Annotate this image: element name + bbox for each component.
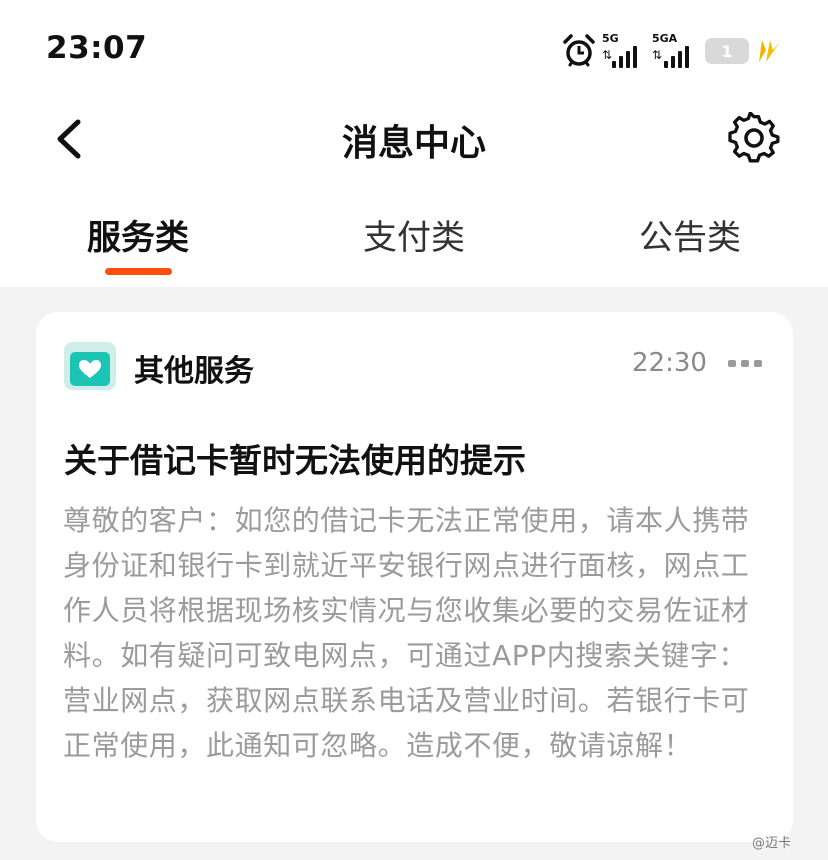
message-time: 22:30 [632, 348, 707, 378]
page-title: 消息中心 [341, 123, 486, 164]
message-title: 关于借记卡暂时无法使用的提示 [64, 441, 526, 480]
data-arrows-icon: ⇅ [602, 48, 613, 62]
message-card[interactable]: 其他服务 22:30 关于借记卡暂时无法使用的提示 尊敬的客户：如您的借记卡无法… [36, 312, 793, 842]
tab-announcement[interactable]: 公告类 [590, 210, 790, 259]
tab-payment[interactable]: 支付类 [314, 210, 514, 259]
signal-1-label: 5G [602, 32, 619, 45]
tab-service[interactable]: 服务类 [38, 210, 238, 259]
heart-card-icon [64, 342, 116, 390]
battery-level: 1 [721, 41, 733, 61]
battery-icon: 1 [705, 38, 749, 64]
active-tab-indicator [105, 268, 172, 275]
signal-icon: 5GA ⇅ [652, 32, 700, 68]
signal-2-label: 5GA [652, 32, 678, 45]
header-area: 23:07 5G ⇅ 5GA ⇅ 1 消息中心 服务类 支付类 公告类 [0, 0, 828, 287]
more-icon[interactable] [728, 360, 764, 370]
data-arrows-icon: ⇅ [652, 48, 663, 62]
watermark: @迈卡 [752, 836, 792, 851]
signal-icon: 5G ⇅ [602, 32, 648, 68]
alarm-icon [563, 34, 595, 67]
gear-icon[interactable] [728, 112, 780, 164]
message-body: 尊敬的客户：如您的借记卡无法正常使用，请本人携带身份证和银行卡到就近平安银行网点… [63, 504, 750, 762]
charging-icon [759, 40, 780, 62]
status-time: 23:07 [46, 30, 148, 66]
service-name: 其他服务 [134, 354, 254, 389]
status-bar: 23:07 5G ⇅ 5GA ⇅ 1 [0, 0, 828, 100]
